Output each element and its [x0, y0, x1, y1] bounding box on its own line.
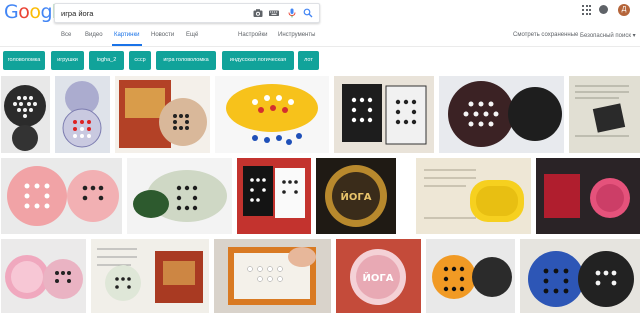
logo-letter: o: [29, 1, 41, 23]
image-result[interactable]: [55, 76, 110, 153]
tab-video[interactable]: Видео: [85, 32, 103, 38]
image-result[interactable]: [1, 158, 122, 234]
image-result[interactable]: [536, 158, 640, 234]
tab-all[interactable]: Все: [61, 32, 71, 38]
chip-golovolomka[interactable]: головоломка: [3, 51, 45, 70]
image-result[interactable]: [439, 76, 564, 153]
header: Google Д: [0, 0, 640, 26]
camera-icon[interactable]: [253, 8, 263, 18]
image-result[interactable]: ЙОГА: [336, 239, 421, 313]
image-result[interactable]: [426, 239, 515, 313]
tab-news[interactable]: Новости: [151, 32, 174, 38]
logo-letter: o: [18, 1, 30, 23]
search-tabs: Все Видео Картинки Новости Ещё Настройки…: [0, 26, 640, 47]
image-result[interactable]: ЙОГА: [316, 158, 396, 234]
search-input[interactable]: [61, 6, 241, 20]
image-result[interactable]: [416, 158, 531, 234]
image-result[interactable]: [569, 76, 640, 153]
chip-lot[interactable]: лот: [298, 51, 319, 70]
search-icon[interactable]: [303, 8, 313, 18]
image-result[interactable]: [1, 76, 50, 153]
image-result[interactable]: [215, 76, 329, 153]
search-box[interactable]: [54, 3, 320, 23]
chip-igra-golovolomka[interactable]: игра головоломка: [156, 51, 216, 70]
microphone-icon[interactable]: [287, 8, 297, 18]
apps-grid-icon[interactable]: [582, 5, 592, 15]
logo-letter: G: [4, 1, 19, 23]
keyboard-icon[interactable]: [269, 8, 279, 18]
chip-sssr[interactable]: ссср: [129, 51, 151, 70]
tab-more[interactable]: Ещё: [186, 32, 198, 38]
avatar[interactable]: Д: [618, 4, 630, 16]
active-tab-indicator: [112, 44, 142, 46]
logo-letter: g: [40, 1, 53, 23]
image-result[interactable]: [127, 158, 232, 234]
tools-link[interactable]: Инструменты: [278, 32, 315, 38]
image-result[interactable]: [214, 239, 331, 313]
image-result[interactable]: [334, 76, 434, 153]
chip-indusskaya[interactable]: индусская логическая: [222, 51, 294, 70]
tab-images[interactable]: Картинки: [114, 32, 139, 38]
lid-label: ЙОГА: [363, 271, 394, 284]
safesearch-link[interactable]: Безопасный поиск ▾: [580, 32, 636, 39]
lid-label: ЙОГА: [341, 190, 372, 203]
chip-igrushki[interactable]: игрушки: [51, 51, 84, 70]
settings-link[interactable]: Настройки: [238, 32, 267, 38]
image-result[interactable]: [91, 239, 209, 313]
chip-iogha[interactable]: iogha_2: [89, 51, 124, 70]
image-result[interactable]: [1, 239, 86, 313]
image-result[interactable]: [115, 76, 210, 153]
saved-link[interactable]: Смотреть сохраненные: [513, 32, 578, 38]
image-result[interactable]: [237, 158, 311, 234]
notifications-icon[interactable]: [599, 5, 608, 14]
image-result[interactable]: [520, 239, 640, 313]
